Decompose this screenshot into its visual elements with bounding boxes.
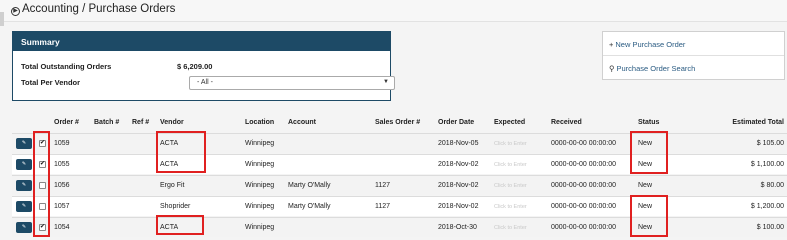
- cell-estimated-total: $ 105.00: [756, 140, 784, 147]
- cell-account: Marty O'Mally: [288, 182, 331, 189]
- cell-expected[interactable]: Click to Enter: [494, 204, 527, 210]
- total-outstanding-value: $ 6,209.00: [177, 62, 213, 71]
- col-header-batch[interactable]: Batch #: [94, 119, 119, 126]
- cell-order-date: 2018-Oct-30: [438, 224, 477, 231]
- row-select-checkbox[interactable]: ✔: [39, 161, 46, 168]
- cell-estimated-total: $ 80.00: [760, 182, 784, 189]
- cell-order-date: 2018-Nov-02: [438, 182, 479, 189]
- row-select-checkbox[interactable]: ✔: [39, 140, 46, 147]
- cell-received: 0000-00-00 00:00:00: [551, 140, 616, 147]
- cell-order: 1056: [54, 182, 70, 189]
- table-row: ✎ 1056 Ergo Fit Winnipeg Marty O'Mally 1127 20…: [12, 175, 787, 195]
- cell-estimated-total: $ 1,100.00: [750, 161, 784, 168]
- table-row: ✎ ✔ 1055 ACTA Winnipeg 2018-Nov-02 Click to En…: [12, 154, 787, 174]
- cell-received: 0000-00-00 00:00:00: [551, 203, 616, 210]
- col-header-order-date[interactable]: Order Date: [438, 119, 474, 126]
- edit-order-button[interactable]: ✎: [16, 201, 32, 212]
- purchase-order-search-link[interactable]: ⚲ Purchase Order Search: [603, 56, 784, 80]
- edit-order-button[interactable]: ✎: [16, 138, 32, 149]
- cell-location: Winnipeg: [245, 182, 275, 189]
- cell-order: 1059: [54, 140, 70, 147]
- cell-order-date: 2018-Nov-02: [438, 203, 479, 210]
- vendor-select-value: - All -: [197, 79, 213, 86]
- cell-status: New: [638, 224, 653, 231]
- cell-location: Winnipeg: [245, 140, 275, 147]
- actions-panel: + New Purchase Order ⚲ Purchase Order Sear…: [602, 31, 785, 80]
- col-header-order[interactable]: Order #: [54, 119, 79, 126]
- row-select-checkbox[interactable]: [39, 203, 46, 210]
- col-header-sales-order[interactable]: Sales Order #: [375, 119, 420, 126]
- new-purchase-order-label: New Purchase Order: [615, 40, 686, 49]
- purchase-order-search-label: Purchase Order Search: [616, 64, 696, 73]
- cell-vendor: Shoprider: [160, 203, 191, 210]
- cell-status: New: [638, 161, 653, 168]
- row-select-checkbox[interactable]: [39, 182, 46, 189]
- col-header-account[interactable]: Account: [288, 119, 316, 126]
- table-row: ✎ ✔ 1054 ACTA Winnipeg 2018-Oct-30 Click to En…: [12, 217, 787, 237]
- cell-location: Winnipeg: [245, 224, 275, 231]
- cell-vendor: ACTA: [160, 224, 179, 231]
- cell-expected[interactable]: Click to Enter: [494, 225, 527, 231]
- cell-vendor: ACTA: [160, 161, 179, 168]
- cell-expected[interactable]: Click to Enter: [494, 162, 527, 168]
- cell-expected[interactable]: Click to Enter: [494, 141, 527, 147]
- breadcrumb-bar: ▶ Accounting / Purchase Orders: [0, 0, 787, 26]
- cell-order-date: 2018-Nov-05: [438, 140, 479, 147]
- col-header-ref[interactable]: Ref #: [132, 119, 149, 126]
- cell-status: New: [638, 203, 653, 210]
- cell-status: New: [638, 182, 653, 189]
- cell-order: 1054: [54, 224, 70, 231]
- col-header-expected[interactable]: Expected: [494, 119, 525, 126]
- cell-estimated-total: $ 1,200.00: [750, 203, 784, 210]
- col-header-received[interactable]: Received: [551, 119, 582, 126]
- new-purchase-order-link[interactable]: + New Purchase Order: [603, 32, 784, 56]
- cell-expected[interactable]: Click to Enter: [494, 183, 527, 189]
- row-select-checkbox[interactable]: ✔: [39, 224, 46, 231]
- edit-order-button[interactable]: ✎: [16, 180, 32, 191]
- cell-vendor: ACTA: [160, 140, 179, 147]
- cell-received: 0000-00-00 00:00:00: [551, 224, 616, 231]
- table-row: ✎ 1057 Shoprider Winnipeg Marty O'Mally 1127 2…: [12, 196, 787, 216]
- caret-down-icon: ▼: [383, 79, 389, 85]
- plus-icon: +: [609, 40, 614, 49]
- edit-order-button[interactable]: ✎: [16, 159, 32, 170]
- cell-received: 0000-00-00 00:00:00: [551, 182, 616, 189]
- cell-estimated-total: $ 100.00: [756, 224, 784, 231]
- search-icon: ⚲: [609, 64, 615, 73]
- cell-received: 0000-00-00 00:00:00: [551, 161, 616, 168]
- cell-location: Winnipeg: [245, 203, 275, 210]
- arrow-circle-icon: ▶: [11, 7, 20, 16]
- table-row: ✎ ✔ 1059 ACTA Winnipeg 2018-Nov-05 Click to En…: [12, 133, 787, 153]
- cell-sales-order: 1127: [375, 182, 391, 189]
- vendor-select[interactable]: - All - ▼: [189, 76, 395, 90]
- col-header-status[interactable]: Status: [638, 119, 659, 126]
- cell-location: Winnipeg: [245, 161, 275, 168]
- cell-order: 1055: [54, 161, 70, 168]
- summary-panel: Summary Total Outstanding Orders $ 6,209…: [12, 31, 395, 101]
- summary-title: Summary: [13, 32, 390, 51]
- total-per-vendor-label: Total Per Vendor: [21, 78, 81, 87]
- cell-status: New: [638, 140, 653, 147]
- col-header-estimated-total[interactable]: Estimated Total: [700, 119, 784, 126]
- cell-account: Marty O'Mally: [288, 203, 331, 210]
- sidebar-toggle-tab[interactable]: [0, 12, 4, 26]
- col-header-vendor[interactable]: Vendor: [160, 119, 184, 126]
- breadcrumb: Accounting / Purchase Orders: [22, 3, 176, 15]
- cell-vendor: Ergo Fit: [160, 182, 185, 189]
- total-outstanding-label: Total Outstanding Orders: [21, 62, 112, 71]
- cell-order: 1057: [54, 203, 70, 210]
- edit-order-button[interactable]: ✎: [16, 222, 32, 233]
- cell-order-date: 2018-Nov-02: [438, 161, 479, 168]
- cell-sales-order: 1127: [375, 203, 391, 210]
- col-header-location[interactable]: Location: [245, 119, 274, 126]
